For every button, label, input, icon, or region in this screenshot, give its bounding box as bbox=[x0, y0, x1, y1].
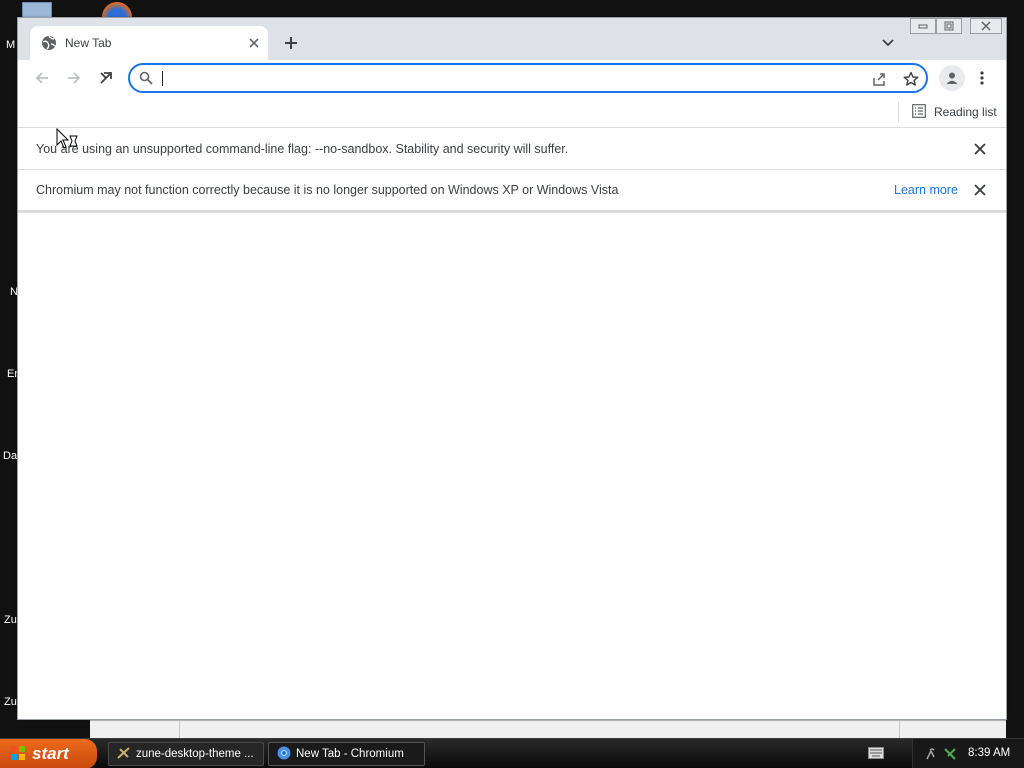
window-controls bbox=[910, 18, 1006, 36]
taskbar-item-label: zune-desktop-theme ... bbox=[136, 748, 254, 760]
desktop-label[interactable]: Da bbox=[3, 450, 17, 462]
tab-search-chevron-icon[interactable] bbox=[877, 32, 899, 54]
new-tab-plus-icon[interactable] bbox=[280, 32, 302, 54]
close-window-icon[interactable] bbox=[970, 18, 1002, 34]
restore-icon[interactable] bbox=[936, 18, 962, 34]
reading-list-button[interactable]: Reading list bbox=[908, 100, 1001, 124]
page-content[interactable] bbox=[18, 213, 1006, 719]
star-icon[interactable] bbox=[900, 68, 922, 90]
learn-more-link[interactable]: Learn more bbox=[894, 183, 958, 197]
infobar-message: Chromium may not function correctly beca… bbox=[36, 183, 619, 197]
forward-arrow-icon[interactable] bbox=[62, 66, 86, 90]
browser-window: New Tab Reading list You are using an un… bbox=[17, 17, 1007, 720]
chromium-icon bbox=[277, 746, 291, 763]
desktop-label[interactable]: Zu bbox=[4, 614, 17, 626]
profile-icon[interactable] bbox=[939, 65, 965, 91]
bookmark-divider bbox=[898, 102, 899, 122]
globe-icon bbox=[41, 35, 57, 51]
tab-new-tab[interactable]: New Tab bbox=[30, 26, 268, 60]
desktop-label[interactable]: Zu bbox=[4, 696, 17, 708]
infobar-message: You are using an unsupported command-lin… bbox=[36, 142, 569, 156]
close-icon[interactable] bbox=[970, 180, 990, 200]
desktop-icon-top-2[interactable] bbox=[102, 2, 132, 18]
start-label: start bbox=[32, 744, 69, 763]
minimize-icon[interactable] bbox=[910, 18, 936, 34]
share-icon[interactable] bbox=[868, 68, 890, 90]
taskbar-item-label: New Tab - Chromium bbox=[296, 748, 404, 760]
taskbar-clock[interactable]: 8:39 AM bbox=[968, 747, 1010, 759]
desktop-icon-top-1[interactable] bbox=[22, 2, 52, 18]
tab-title: New Tab bbox=[65, 36, 112, 50]
system-tray: 8:39 AM bbox=[912, 739, 1024, 768]
close-icon[interactable] bbox=[970, 139, 990, 159]
infobar-unsupported-os: Chromium may not function correctly beca… bbox=[18, 170, 1006, 211]
bookmark-bar: Reading list bbox=[18, 96, 1006, 128]
address-bar[interactable] bbox=[128, 63, 928, 93]
folder-tools-icon bbox=[117, 746, 131, 763]
background-window-pane bbox=[90, 721, 180, 739]
infobar-no-sandbox: You are using an unsupported command-lin… bbox=[18, 129, 1006, 170]
browser-toolbar bbox=[18, 60, 1006, 96]
search-icon bbox=[139, 71, 153, 85]
taskbar-item-zune-theme[interactable]: zune-desktop-theme ... bbox=[108, 742, 264, 766]
security-icon[interactable] bbox=[943, 747, 957, 761]
windows-logo-icon bbox=[10, 745, 26, 764]
reading-list-icon bbox=[912, 103, 926, 121]
stop-reload-icon[interactable] bbox=[94, 66, 118, 90]
text-caret bbox=[162, 71, 163, 86]
network-icon[interactable] bbox=[925, 747, 939, 761]
busy-cursor-icon bbox=[56, 127, 80, 150]
tab-strip: New Tab bbox=[18, 18, 1006, 60]
reading-list-label: Reading list bbox=[934, 105, 997, 119]
tab-close-icon[interactable] bbox=[244, 33, 264, 53]
start-button[interactable]: start bbox=[0, 739, 97, 768]
keyboard-icon[interactable] bbox=[868, 747, 884, 759]
back-arrow-icon[interactable] bbox=[30, 66, 54, 90]
taskbar-item-chromium[interactable]: New Tab - Chromium bbox=[268, 742, 425, 766]
kebab-menu-icon[interactable] bbox=[972, 66, 992, 90]
background-window bbox=[90, 720, 1006, 739]
background-window-pane bbox=[180, 721, 900, 739]
address-input[interactable] bbox=[162, 69, 852, 87]
desktop-label[interactable]: M bbox=[6, 39, 15, 51]
